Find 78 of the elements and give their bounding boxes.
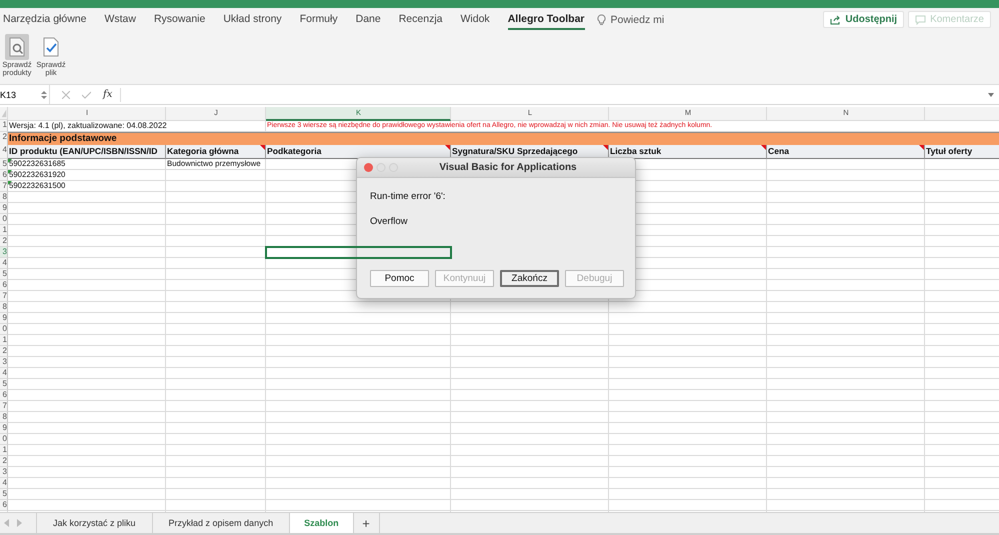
column-title: ID produktu (EAN/UPC/ISBN/ISSN/ID xyxy=(8,145,166,159)
row-number[interactable]: 1 xyxy=(0,335,8,346)
window-controls-icon[interactable] xyxy=(364,163,398,172)
row-number[interactable]: 2 xyxy=(0,456,8,467)
sheet-tab[interactable]: Szablon xyxy=(290,513,354,533)
cell-reference: K13 xyxy=(0,90,16,100)
dialog-title: Visual Basic for Applications xyxy=(438,162,578,173)
sheet-tab[interactable]: Jak korzystać z pliku xyxy=(36,513,153,533)
row-number[interactable]: 0 xyxy=(0,214,8,225)
row-number[interactable]: 4 xyxy=(0,368,8,379)
ribbon-tab[interactable]: Narzędzia główne xyxy=(3,10,86,30)
share-icon xyxy=(830,14,842,24)
section-title: Informacje podstawowe xyxy=(8,132,999,146)
ribbon-tab[interactable]: Formuły xyxy=(300,10,338,30)
stepper-icon[interactable] xyxy=(41,90,47,100)
insert-function-button[interactable]: fx xyxy=(103,89,112,100)
column-title: Liczba sztuk xyxy=(609,145,767,159)
dialog-button[interactable]: Zakończ xyxy=(500,270,559,287)
row-number[interactable]: 4 xyxy=(0,145,8,159)
expand-caret-icon[interactable] xyxy=(988,92,994,96)
document-check-icon xyxy=(42,37,60,57)
add-sheet-button[interactable]: + xyxy=(354,513,380,533)
error-detail: Overflow xyxy=(370,216,408,227)
row-number[interactable]: 0 xyxy=(0,324,8,335)
next-sheet-icon[interactable] xyxy=(17,519,22,527)
row-number[interactable]: 4 xyxy=(0,258,8,269)
row-number[interactable]: 9 xyxy=(0,423,8,434)
row-number[interactable]: 2 xyxy=(0,236,8,247)
column-title: Podkategoria xyxy=(266,145,451,159)
ribbon-tab[interactable]: Układ strony xyxy=(223,10,282,30)
row-number[interactable]: 8 xyxy=(0,302,8,313)
row-number[interactable]: 9 xyxy=(0,203,8,214)
row-number[interactable]: 1 xyxy=(0,225,8,236)
row-number[interactable]: 2 xyxy=(0,132,8,146)
dialog-button[interactable]: Pomoc xyxy=(370,270,429,287)
row-number[interactable]: 6 xyxy=(0,390,8,401)
row-number[interactable]: 5 xyxy=(0,269,8,280)
tell-me-search[interactable]: Powiedz mi xyxy=(610,14,664,26)
row-number[interactable]: 1 xyxy=(0,120,8,132)
column-title: Kategoria główna xyxy=(166,145,266,159)
row-number[interactable]: 3 xyxy=(0,247,8,258)
row-number[interactable]: 2 xyxy=(0,346,8,357)
lightbulb-icon[interactable] xyxy=(596,14,606,26)
row-number[interactable]: 4 xyxy=(0,478,8,489)
row-number[interactable]: 8 xyxy=(0,412,8,423)
cancel-icon[interactable] xyxy=(62,90,70,98)
row-number[interactable]: 5 xyxy=(0,489,8,500)
row-number[interactable]: 7 xyxy=(0,401,8,412)
row-number[interactable]: 8 xyxy=(0,192,8,203)
column-title: Cena xyxy=(767,145,925,159)
error-message: Run-time error '6': xyxy=(370,191,446,202)
row-number[interactable]: 0 xyxy=(0,434,8,445)
ribbon-tab[interactable]: Allegro Toolbar xyxy=(508,10,584,30)
name-box[interactable]: K13 xyxy=(0,85,50,104)
row-number[interactable]: 9 xyxy=(0,313,8,324)
share-button[interactable]: Udostępnij xyxy=(823,11,904,28)
comment-icon xyxy=(915,14,926,24)
ribbon-tab[interactable]: Dane xyxy=(356,10,381,30)
ribbon-tab[interactable]: Rysowanie xyxy=(154,10,206,30)
row-number[interactable]: 7 xyxy=(0,291,8,302)
row-number[interactable]: 5 xyxy=(0,159,8,170)
row-number[interactable]: 6 xyxy=(0,280,8,291)
row-number[interactable]: 3 xyxy=(0,467,8,478)
magnifier-document-icon xyxy=(8,37,26,57)
select-all-corner-icon[interactable] xyxy=(0,107,8,120)
ribbon-tab[interactable]: Recenzja xyxy=(398,10,442,30)
active-cell[interactable] xyxy=(266,247,451,258)
row-number[interactable]: 3 xyxy=(0,357,8,368)
column-title: Tytuł oferty xyxy=(925,145,999,159)
row-number[interactable]: 6 xyxy=(0,170,8,181)
confirm-icon[interactable] xyxy=(82,90,91,98)
ribbon-tab[interactable]: Wstaw xyxy=(104,10,136,30)
row-number[interactable]: 1 xyxy=(0,445,8,456)
row-number[interactable]: 7 xyxy=(0,181,8,192)
row-number[interactable]: 6 xyxy=(0,500,8,511)
ribbon-tab[interactable]: Widok xyxy=(460,10,490,30)
row-number[interactable]: 5 xyxy=(0,379,8,390)
previous-sheet-icon[interactable] xyxy=(4,519,9,527)
